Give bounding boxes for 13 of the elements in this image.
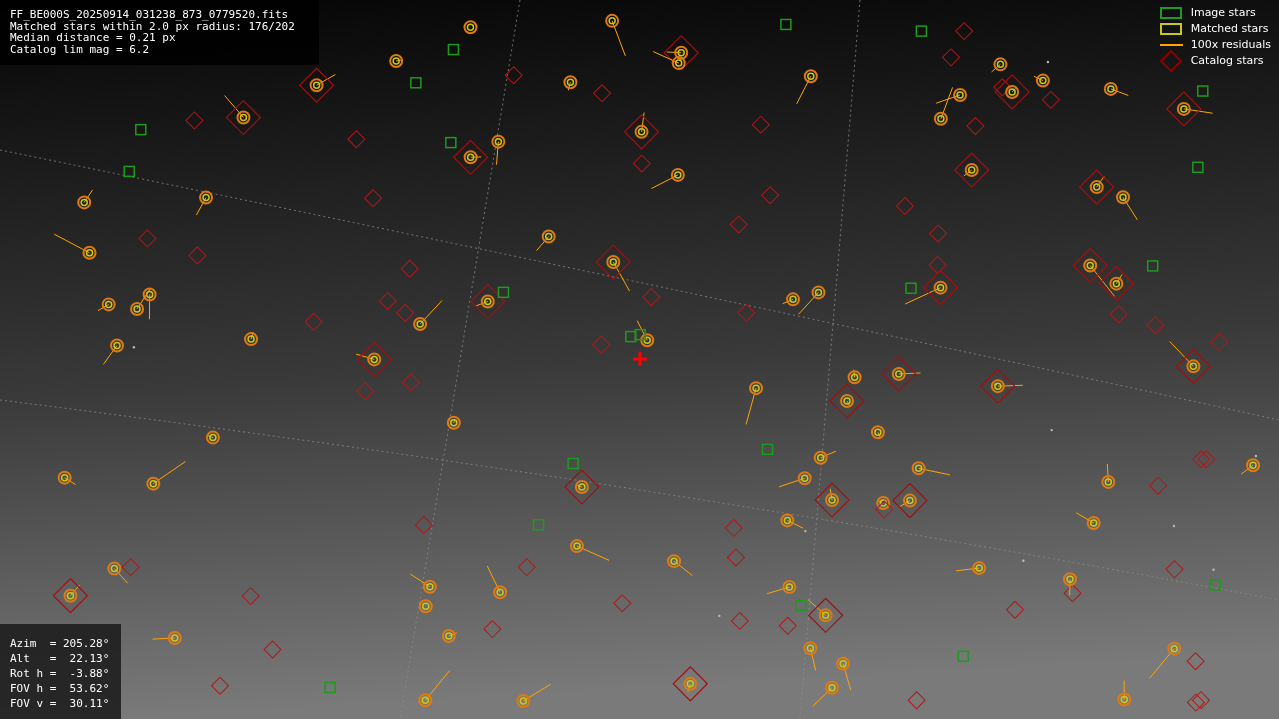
info-line: Matched stars within 2.0 px radius: 176/202	[10, 20, 296, 32]
legend-label: 100x residuals	[1190, 38, 1271, 52]
pointing-line: Azim = 205.28°	[10, 636, 111, 651]
legend-label: Catalog stars	[1190, 54, 1264, 68]
legend-label: Matched stars	[1190, 22, 1269, 36]
info-line: FF_BE000S_20250914_031238_873_0779520.fits	[10, 9, 290, 21]
info-line: Catalog lim mag = 6.2	[10, 43, 151, 55]
info-line: Median distance = 0.21 px	[10, 32, 176, 44]
pointing-line: FOV v = 30.11°	[10, 696, 111, 711]
legend-label: Image stars	[1190, 6, 1256, 20]
pointing-line: Rot h = -3.88°	[10, 666, 111, 681]
pointing-line: Alt = 22.13°	[10, 651, 111, 666]
pointing-line: FOV h = 53.62°	[10, 681, 111, 696]
